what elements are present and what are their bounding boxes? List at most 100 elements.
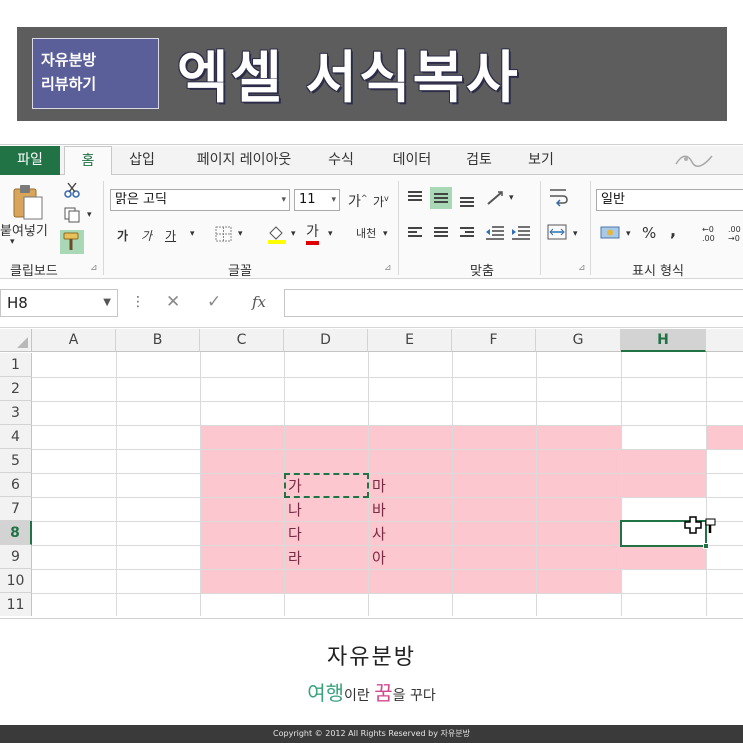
wrap-text-icon[interactable] [548, 187, 570, 207]
cell-e9[interactable]: 아 [372, 546, 386, 570]
ribbon-home: 붙여넣기 ▾ ▾ 클립보드 ⊿ 맑은 고딕 ▾ 11 ▾ 가^ 가v 가 가 가… [0, 175, 743, 279]
svg-text:→0: →0 [728, 234, 740, 243]
select-all-corner[interactable] [0, 329, 32, 352]
increase-decimal-icon[interactable]: ←0 .00 [700, 223, 724, 243]
number-format-value: 일반 [601, 192, 625, 207]
row-header-2[interactable]: 2 [0, 377, 32, 401]
row-header-9[interactable]: 9 [0, 545, 32, 569]
paste-icon[interactable] [12, 183, 44, 221]
paste-button-label[interactable]: 붙여넣기 [0, 220, 48, 239]
cell-d8[interactable]: 다 [288, 522, 302, 546]
tag-line-2: 리뷰하기 [41, 75, 97, 93]
comma-button[interactable]: , [670, 221, 676, 240]
font-size-select[interactable]: 11 ▾ [294, 189, 340, 211]
format-painter-icon[interactable] [60, 230, 84, 254]
tab-review[interactable]: 검토 [456, 146, 502, 175]
phonetic-dropdown-icon[interactable]: ▾ [383, 229, 388, 239]
grow-font-button[interactable]: 가^ [348, 191, 368, 211]
merge-center-icon[interactable] [546, 222, 568, 242]
decrease-indent-icon[interactable] [484, 224, 506, 242]
tab-data[interactable]: 데이터 [382, 146, 442, 175]
column-header-c[interactable]: C [200, 329, 284, 352]
row-header-7[interactable]: 7 [0, 497, 32, 521]
worksheet-grid[interactable]: A B C D E F G H 1 2 3 4 5 6 7 8 9 10 11 … [0, 329, 743, 616]
column-header-b[interactable]: B [116, 329, 200, 352]
row-header-11[interactable]: 11 [0, 593, 32, 616]
borders-dropdown-icon[interactable]: ▾ [238, 229, 243, 239]
tab-formulas[interactable]: 수식 [318, 146, 364, 175]
borders-icon[interactable] [214, 225, 234, 243]
bold-button[interactable]: 가 [117, 227, 128, 244]
copy-dropdown-icon[interactable]: ▾ [87, 210, 92, 220]
percent-button[interactable]: % [642, 224, 656, 242]
fill-color-icon[interactable] [266, 223, 288, 245]
tab-home[interactable]: 홈 [64, 146, 112, 176]
orientation-dropdown-icon[interactable]: ▾ [509, 193, 514, 203]
cut-icon[interactable] [63, 181, 81, 199]
cell-e8[interactable]: 사 [372, 522, 386, 546]
column-header-e[interactable]: E [368, 329, 452, 352]
row-header-5[interactable]: 5 [0, 449, 32, 473]
chevron-down-icon: ▾ [331, 195, 336, 205]
enter-formula-button[interactable]: ✓ [207, 292, 221, 312]
column-header-i[interactable] [706, 329, 743, 352]
tab-page-layout[interactable]: 페이지 레이아웃 [182, 146, 306, 175]
gridline [32, 449, 743, 450]
formula-input[interactable] [284, 289, 743, 317]
currency-dropdown-icon[interactable]: ▾ [626, 229, 631, 239]
formula-bar-grip[interactable]: ⋮ [131, 294, 145, 310]
row-header-6[interactable]: 6 [0, 473, 32, 497]
column-header-g[interactable]: G [536, 329, 621, 352]
row-header-4[interactable]: 4 [0, 425, 32, 449]
gridline [32, 377, 743, 378]
fill-color-dropdown-icon[interactable]: ▾ [291, 229, 296, 239]
decrease-decimal-icon[interactable]: .00 →0 [726, 223, 743, 243]
underline-dropdown-icon[interactable]: ▾ [190, 229, 195, 239]
row-header-10[interactable]: 10 [0, 569, 32, 593]
fill-handle[interactable] [703, 543, 709, 549]
clipboard-launcher-icon[interactable]: ⊿ [90, 263, 98, 273]
increase-indent-icon[interactable] [510, 224, 532, 242]
cell-d9[interactable]: 라 [288, 546, 302, 570]
alignment-launcher-icon[interactable]: ⊿ [578, 263, 586, 273]
tab-insert[interactable]: 삽입 [118, 146, 166, 175]
align-center-button[interactable] [430, 222, 452, 244]
cell-d7[interactable]: 나 [288, 498, 302, 522]
banner-title: 엑셀 서식복사 [177, 46, 520, 111]
number-format-select[interactable]: 일반 [596, 189, 743, 211]
cancel-formula-button[interactable]: ✕ [166, 292, 180, 312]
grow-font-glyph: 가 [348, 194, 361, 210]
phonetic-button[interactable]: 내천 [356, 225, 376, 241]
row-header-3[interactable]: 3 [0, 401, 32, 425]
font-color-button[interactable]: 가 [306, 223, 319, 245]
tab-view[interactable]: 보기 [518, 146, 564, 175]
copy-icon[interactable] [63, 206, 81, 224]
tab-file[interactable]: 파일 [0, 146, 60, 175]
align-top-button[interactable] [404, 187, 426, 209]
italic-button[interactable]: 가 [141, 227, 152, 244]
shrink-font-button[interactable]: 가v [373, 193, 389, 210]
currency-format-icon[interactable] [600, 223, 622, 243]
align-bottom-button[interactable] [456, 187, 478, 209]
number-group-label: 표시 형식 [632, 264, 684, 279]
row-header-1[interactable]: 1 [0, 353, 32, 377]
font-launcher-icon[interactable]: ⊿ [384, 263, 392, 273]
paste-dropdown-icon[interactable]: ▾ [10, 237, 15, 247]
insert-function-button[interactable]: fx [252, 293, 266, 311]
row-header-8[interactable]: 8 [0, 521, 32, 545]
align-middle-button[interactable] [430, 187, 452, 209]
align-right-button[interactable] [456, 222, 478, 244]
name-box[interactable]: H8 ▼ [0, 289, 118, 317]
underline-button[interactable]: 가 [165, 227, 176, 244]
align-left-button[interactable] [404, 222, 426, 244]
column-header-h[interactable]: H [621, 329, 706, 352]
cell-e7[interactable]: 바 [372, 498, 386, 522]
font-color-dropdown-icon[interactable]: ▾ [328, 229, 333, 239]
column-header-a[interactable]: A [32, 329, 116, 352]
merge-dropdown-icon[interactable]: ▾ [573, 229, 578, 239]
orientation-icon[interactable] [485, 189, 507, 207]
cell-e6[interactable]: 마 [372, 474, 386, 498]
column-header-d[interactable]: D [284, 329, 368, 352]
column-header-f[interactable]: F [452, 329, 536, 352]
font-name-select[interactable]: 맑은 고딕 ▾ [110, 189, 290, 211]
